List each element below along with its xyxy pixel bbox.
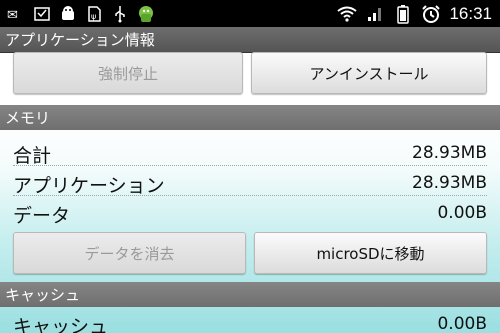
svg-text:✉: ✉	[7, 8, 18, 22]
row-value: 0.00B	[437, 203, 487, 223]
memory-row-total: 合計 28.93MB	[0, 138, 500, 168]
memory-section-header: メモリ	[0, 105, 500, 130]
signal-icon	[365, 4, 385, 24]
svg-text:ψ: ψ	[91, 12, 96, 21]
email-icon: ✉	[6, 4, 26, 24]
move-to-sd-button[interactable]: microSDに移動	[254, 232, 487, 274]
row-divider	[13, 165, 487, 166]
row-label: アプリケーション	[13, 175, 165, 197]
clear-data-button[interactable]: データを消去	[13, 232, 246, 274]
row-divider	[13, 195, 487, 196]
clock-time: 16:31	[449, 3, 492, 23]
row-label: 合計	[13, 145, 52, 167]
cache-section-header: キャッシュ	[0, 282, 500, 307]
memory-row-data: データ 0.00B	[0, 198, 500, 228]
battery-icon	[393, 4, 413, 24]
wifi-icon	[337, 4, 358, 24]
cache-row: キャッシュ 0.00B	[0, 309, 500, 333]
app-icon	[136, 4, 156, 24]
row-label: キャッシュ	[13, 316, 109, 333]
android-debug-icon	[58, 4, 78, 24]
row-value: 28.93MB	[412, 143, 487, 163]
uninstall-button[interactable]: アンインストール	[251, 52, 487, 94]
page-title: アプリケーション情報	[0, 27, 500, 53]
force-stop-button[interactable]: 強制停止	[13, 52, 243, 94]
sd-usb-icon: ψ	[84, 4, 104, 24]
memory-row-application: アプリケーション 28.93MB	[0, 168, 500, 198]
usb-icon	[110, 4, 130, 24]
row-label: データ	[13, 205, 71, 227]
app-info-screen: ✉ ψ 16:31 アプリケーション情報 強制停止 アンインストール メモリ 合…	[0, 0, 500, 333]
alarm-icon	[421, 4, 441, 24]
download-icon	[32, 4, 52, 24]
status-bar: ✉ ψ 16:31	[0, 0, 500, 27]
row-value: 28.93MB	[412, 173, 487, 193]
row-value: 0.00B	[437, 314, 487, 333]
